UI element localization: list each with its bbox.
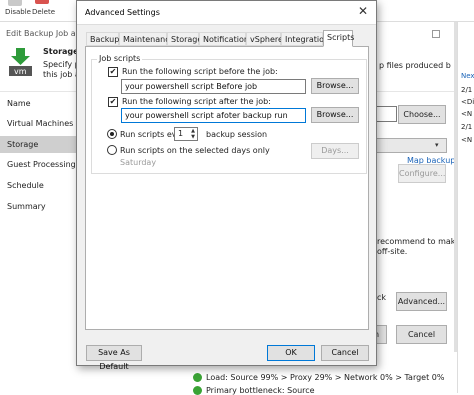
delete-button[interactable]: Delete — [32, 8, 55, 16]
close-icon[interactable]: ✕ — [358, 4, 368, 18]
nav-item-storage[interactable]: Storage — [0, 136, 78, 153]
run-every-value: 1 — [178, 129, 184, 138]
status-ok-icon — [193, 386, 202, 395]
tab-vsphere[interactable]: vSphere — [246, 32, 283, 46]
wizard-nav: Name Virtual Machines Storage Guest Proc… — [0, 92, 78, 393]
after-job-checkbox[interactable]: ✔ — [108, 97, 118, 107]
configure-button[interactable]: Configure... — [398, 164, 446, 183]
before-job-label: Run the following script before the job: — [122, 67, 278, 76]
nav-item-name[interactable]: Name — [0, 95, 78, 112]
delete-label: Delete — [32, 8, 55, 16]
status-bottleneck-text: Primary bottleneck: Source — [206, 386, 315, 395]
before-job-script-input[interactable]: your powershell script Before job — [121, 79, 306, 94]
right-panel-header: Nex — [461, 72, 474, 80]
tab-maintenance[interactable]: Maintenance — [119, 32, 175, 46]
right-panel-item: <N — [461, 110, 473, 118]
tab-scripts[interactable]: Scripts — [323, 30, 354, 47]
checkbox-label-tail: ck — [377, 293, 387, 302]
nav-item-virtual-machines[interactable]: Virtual Machines — [0, 115, 78, 132]
nav-item-summary[interactable]: Summary — [0, 198, 78, 215]
checkmark-icon: ✔ — [109, 97, 117, 106]
checkmark-icon: ✔ — [109, 67, 117, 76]
after-browse-button[interactable]: Browse... — [311, 107, 359, 123]
choose-button[interactable]: Choose... — [398, 105, 446, 124]
chevron-down-icon: ▾ — [435, 141, 439, 149]
tab-storage[interactable]: Storage — [167, 32, 202, 46]
right-panel-item: <N — [461, 136, 473, 144]
svg-text:vm: vm — [14, 67, 27, 76]
repository-field-edge[interactable] — [377, 106, 397, 122]
header-right-text: p files produced by — [379, 61, 451, 70]
run-every-radio[interactable] — [107, 129, 117, 139]
cancel-button[interactable]: Cancel — [321, 345, 369, 361]
after-job-label: Run the following script after the job: — [122, 97, 271, 106]
status-ok-icon — [193, 373, 202, 382]
nav-item-schedule[interactable]: Schedule — [0, 177, 78, 194]
advanced-settings-dialog: Advanced Settings ✕ Backup Maintenance S… — [76, 0, 377, 371]
status-load-text: Load: Source 99% > Proxy 29% > Network 0… — [206, 373, 445, 382]
stepper-down-icon[interactable]: ▼ — [189, 134, 197, 140]
recommend-text-line2: off-site. — [377, 247, 408, 256]
tab-integration[interactable]: Integration — [281, 32, 329, 46]
job-scripts-group-label: Job scripts — [97, 54, 143, 63]
after-job-script-input[interactable]: your powershell script afoter backup run — [121, 108, 306, 123]
disable-button[interactable]: Disable — [5, 8, 31, 16]
before-browse-button[interactable]: Browse... — [311, 78, 359, 94]
ok-button[interactable]: OK — [267, 345, 315, 361]
tab-backup[interactable]: Backup — [86, 32, 119, 46]
save-as-default-button[interactable]: Save As Default — [86, 345, 142, 371]
right-panel-item: 2/1 — [461, 123, 473, 131]
tab-notifications[interactable]: Notifications — [199, 32, 253, 46]
run-days-radio[interactable] — [107, 145, 117, 155]
storage-step-icon: vm — [7, 47, 34, 77]
recommend-text-line1: recommend to make — [377, 237, 461, 246]
before-job-checkbox[interactable]: ✔ — [108, 67, 118, 77]
disable-label: Disable — [5, 8, 31, 16]
delete-icon — [35, 0, 49, 4]
advanced-button[interactable]: Advanced... — [396, 292, 447, 311]
run-days-label: Run scripts on the selected days only — [120, 146, 270, 155]
run-every-suffix: backup session — [206, 130, 268, 139]
disable-icon — [8, 0, 22, 6]
selected-days-value: Saturday — [120, 158, 157, 167]
wizard-cancel-button[interactable]: Cancel — [396, 325, 447, 344]
right-panel-item: 2/1 — [461, 86, 473, 94]
dialog-title: Advanced Settings — [85, 8, 160, 17]
days-button[interactable]: Days... — [311, 143, 359, 159]
step-heading: Storage — [43, 47, 79, 56]
wizard-help-icon[interactable] — [432, 30, 440, 38]
right-panel-item: <Di — [461, 98, 474, 106]
dialog-titlebar: Advanced Settings ✕ — [77, 1, 376, 25]
repository-dropdown-edge[interactable]: ▾ — [377, 138, 447, 153]
nav-item-guest-processing[interactable]: Guest Processing — [0, 156, 78, 173]
